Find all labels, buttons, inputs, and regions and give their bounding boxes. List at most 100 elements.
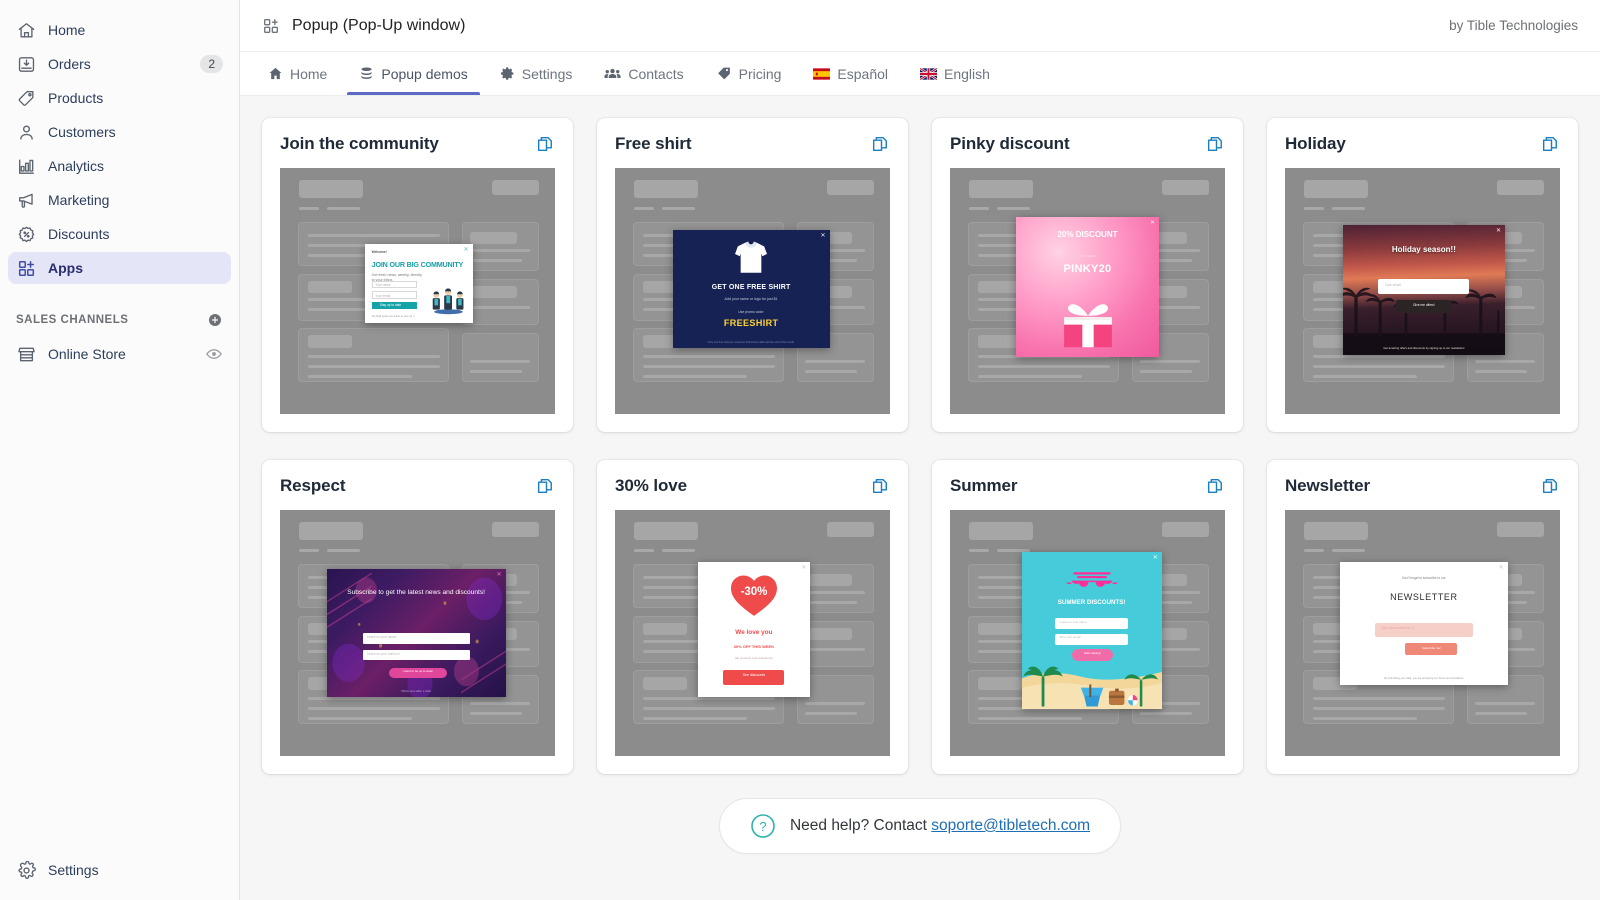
- popup-email-input[interactable]: Your email: [371, 291, 417, 299]
- popup-name-input[interactable]: Leave us your name!: [362, 632, 470, 644]
- popup-name-input[interactable]: Your name: [371, 281, 417, 289]
- card-title: Summer: [950, 476, 1018, 495]
- main-area: Popup (Pop-Up window) by Tible Technolog…: [240, 0, 1600, 900]
- duplicate-icon[interactable]: [535, 134, 555, 154]
- tab-english[interactable]: English: [904, 52, 1006, 95]
- popup-demo-card[interactable]: Join the community ✕ Welcome! JOIN OUR B…: [262, 118, 573, 432]
- tab-espanol[interactable]: Español: [797, 52, 904, 95]
- help-banner: ? Need help? Contact soporte@tibletech.c…: [718, 798, 1122, 854]
- price-tag-icon: [716, 66, 732, 81]
- card-header: 30% love: [615, 476, 890, 496]
- duplicate-icon[interactable]: [870, 476, 890, 496]
- popup-mockup[interactable]: ✕ 20% DISCOUNT Use coupon: PINKY20: [1016, 217, 1159, 358]
- popup-email-input[interactable]: Also your email!: [1055, 633, 1129, 645]
- duplicate-icon[interactable]: [1540, 476, 1560, 496]
- popup-demo-card[interactable]: Newsletter ✕ Don't forget to subscribe t…: [1267, 460, 1578, 774]
- sidebar-item-label: Settings: [48, 862, 99, 878]
- support-email-link[interactable]: soporte@tibletech.com: [931, 817, 1090, 834]
- popup-close-icon[interactable]: ✕: [463, 247, 468, 253]
- sidebar-item-home[interactable]: Home: [8, 14, 231, 46]
- sunglasses-illustration: [1066, 572, 1117, 587]
- popup-close-icon[interactable]: ✕: [1499, 565, 1504, 571]
- sidebar-item-orders[interactable]: Orders 2: [8, 48, 231, 80]
- sidebar-item-apps[interactable]: Apps: [8, 252, 231, 284]
- tab-popup-demos[interactable]: Popup demos: [343, 52, 483, 95]
- popup-name-placeholder: Leave us your name!: [366, 634, 397, 639]
- products-tag-icon: [16, 88, 36, 108]
- duplicate-icon[interactable]: [1205, 134, 1225, 154]
- popup-email-input[interactable]: Your email: [1378, 279, 1470, 294]
- card-header: Holiday: [1285, 134, 1560, 154]
- popup-email-placeholder: Also your email!: [1059, 635, 1081, 640]
- popup-email-input[interactable]: Leave us your mail too!: [362, 649, 470, 661]
- sidebar-item-discounts[interactable]: Discounts: [8, 218, 231, 250]
- popup-demo-card[interactable]: Holiday ✕ Holiday season!! Your email Gi…: [1267, 118, 1578, 432]
- popup-tiny-text: Don't forget to subscribe to our: [1402, 576, 1446, 581]
- eye-icon[interactable]: [205, 345, 223, 363]
- tab-label: Pricing: [738, 65, 782, 82]
- card-title: Pinky discount: [950, 134, 1070, 153]
- popup-preview: ✕ Subscribe to get the latest news and d…: [280, 510, 555, 756]
- duplicate-icon[interactable]: [535, 476, 555, 496]
- popup-close-icon[interactable]: ✕: [801, 565, 806, 571]
- popup-mockup[interactable]: ✕ GET ONE FREE SHIRT Add your name or lo…: [672, 229, 830, 348]
- popup-close-icon[interactable]: ✕: [496, 572, 501, 578]
- popup-mockup[interactable]: ✕ Subscribe to get the latest news and d…: [326, 569, 506, 697]
- sidebar-item-label: Products: [48, 90, 104, 106]
- tab-pricing[interactable]: Pricing: [700, 52, 798, 95]
- popup-demo-card[interactable]: 30% love ✕ -30% We love you 30% OFF THIS…: [597, 460, 908, 774]
- heart-badge-icon: -30%: [730, 576, 777, 617]
- tab-label: Contacts: [628, 65, 684, 82]
- duplicate-icon[interactable]: [1205, 476, 1225, 496]
- popup-email-input[interactable]: Type your email here ;): [1375, 623, 1473, 637]
- popup-submit-button[interactable]: Stay up to date: [371, 301, 417, 309]
- duplicate-icon[interactable]: [1540, 134, 1560, 154]
- popup-demo-card[interactable]: Respect ✕ Subscribe to get the latest ne…: [262, 460, 573, 774]
- sidebar-item-customers[interactable]: Customers: [8, 116, 231, 148]
- sidebar-item-marketing[interactable]: Marketing: [8, 184, 231, 216]
- popup-mockup[interactable]: ✕ Holiday season!! Your email Give me of…: [1342, 224, 1505, 355]
- popup-close-icon[interactable]: ✕: [1150, 220, 1155, 226]
- popup-submit-button[interactable]: See discounts: [723, 669, 785, 685]
- flag-uk-icon: [920, 67, 937, 80]
- popup-preview: ✕ Don't forget to subscribe to our NEWSL…: [1285, 510, 1560, 756]
- popup-demo-card[interactable]: Free shirt ✕ GET ONE FREE SHIRT Add your…: [597, 118, 908, 432]
- sidebar-item-label: Marketing: [48, 192, 110, 208]
- sidebar-item-label: Orders: [48, 56, 91, 72]
- sidebar-item-products[interactable]: Products: [8, 82, 231, 114]
- popup-demo-card[interactable]: Pinky discount ✕ 20% DISCOUNT Use coupon…: [932, 118, 1243, 432]
- popup-mockup[interactable]: ✕ SUMMER DISCOUNTS! Leave us your name A…: [1021, 551, 1162, 710]
- popup-mockup[interactable]: ✕ Welcome! JOIN OUR BIG COMMUNITY Get fr…: [365, 244, 473, 323]
- popup-submit-button[interactable]: I want to be up to date!: [389, 667, 447, 679]
- popup-mockup[interactable]: ✕ -30% We love you 30% OFF THIS WEEK (al…: [697, 561, 811, 697]
- popup-close-icon[interactable]: ✕: [1496, 228, 1501, 234]
- tab-contacts[interactable]: Contacts: [588, 52, 699, 95]
- content-area: Join the community ✕ Welcome! JOIN OUR B…: [240, 96, 1600, 900]
- popup-fineprint: Will be sent within a while: [401, 690, 431, 694]
- popup-close-icon[interactable]: ✕: [1153, 555, 1158, 561]
- sidebar-item-online-store[interactable]: Online Store: [8, 338, 231, 370]
- card-title: Join the community: [280, 134, 439, 153]
- popup-promo-code: FREESHIRT: [723, 318, 779, 329]
- sidebar-item-label: Online Store: [48, 346, 126, 362]
- duplicate-icon[interactable]: [870, 134, 890, 154]
- popup-submit-button[interactable]: Give me offers!: [1396, 300, 1452, 314]
- popup-preview: ✕ -30% We love you 30% OFF THIS WEEK (al…: [615, 510, 890, 756]
- plus-circle-icon[interactable]: [207, 312, 223, 328]
- card-header: Newsletter: [1285, 476, 1560, 496]
- orders-badge: 2: [200, 55, 223, 73]
- analytics-bars-icon: [16, 156, 36, 176]
- sales-channels-header: SALES CHANNELS: [0, 310, 239, 330]
- help-text: Need help? Contact soporte@tibletech.com: [790, 817, 1090, 835]
- popup-name-input[interactable]: Leave us your name: [1055, 617, 1129, 629]
- popup-mockup[interactable]: ✕ Don't forget to subscribe to our NEWSL…: [1340, 561, 1508, 685]
- popup-heading: We love you: [735, 629, 773, 637]
- tab-home[interactable]: Home: [262, 52, 343, 95]
- apps-grid-plus-icon: [16, 258, 36, 278]
- tab-settings[interactable]: Settings: [484, 52, 589, 95]
- popup-close-icon[interactable]: ✕: [820, 233, 825, 239]
- popup-demo-card[interactable]: Summer ✕ SUMMER DISCOUNTS! Leave us your…: [932, 460, 1243, 774]
- sidebar-item-analytics[interactable]: Analytics: [8, 150, 231, 182]
- popup-submit-button[interactable]: Subscribe me!: [1405, 642, 1458, 656]
- sidebar-item-settings[interactable]: Settings: [8, 854, 231, 886]
